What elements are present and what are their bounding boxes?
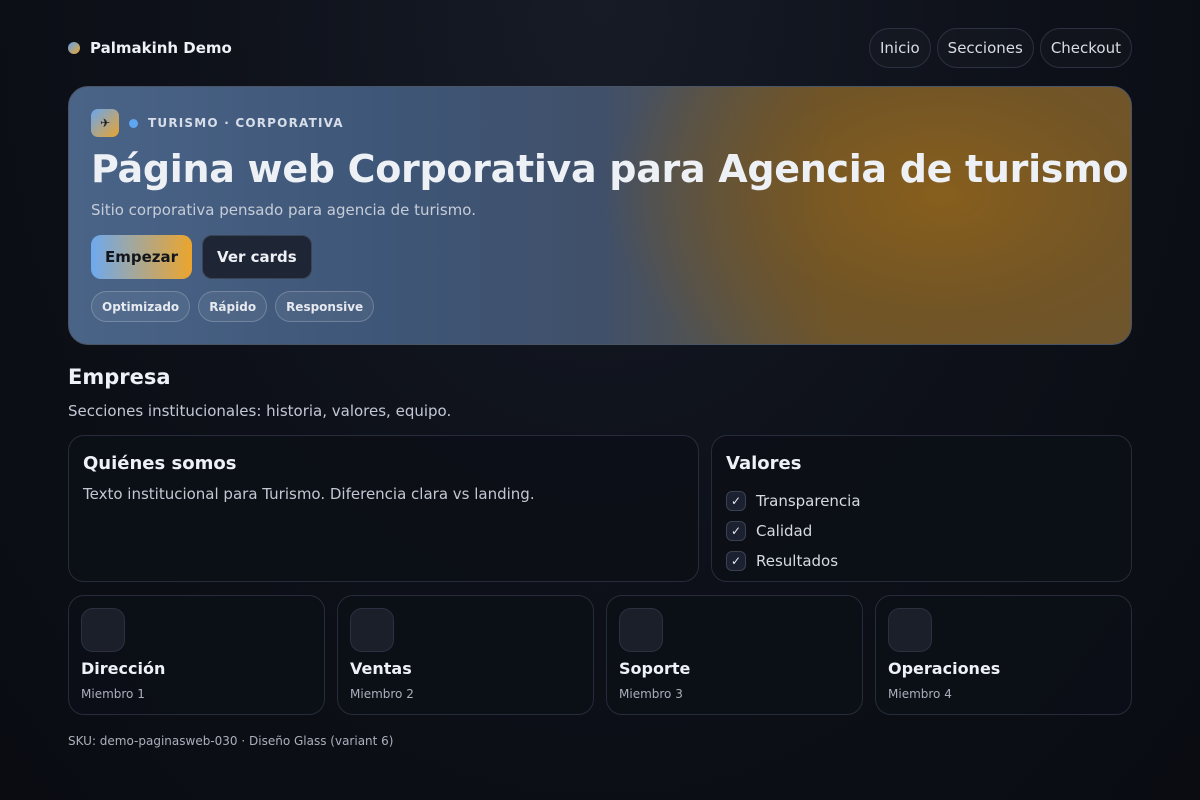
member-name: Miembro 4	[888, 687, 952, 701]
team-card-direccion[interactable]: Dirección Miembro 1	[68, 595, 325, 715]
brand-name: Palmakinh Demo	[90, 39, 232, 57]
view-cards-button[interactable]: Ver cards	[202, 235, 312, 279]
checkmark-icon: ✓	[726, 551, 746, 571]
nav-inicio-button[interactable]: Inicio	[868, 28, 931, 68]
footer-sku: SKU: demo-paginasweb-030 · Diseño Glass …	[68, 734, 394, 748]
airplane-icon: ✈	[91, 109, 119, 137]
avatar	[350, 608, 394, 652]
nav-secciones-button[interactable]: Secciones	[936, 28, 1034, 68]
member-role: Ventas	[350, 659, 412, 678]
values-title: Valores	[726, 453, 802, 474]
brand-dot-icon	[68, 42, 80, 54]
member-role: Operaciones	[888, 659, 1001, 678]
chip-responsive: Responsive	[275, 291, 375, 322]
checkmark-icon: ✓	[726, 521, 746, 541]
values-list: ✓ Transparencia ✓ Calidad ✓ Resultados	[726, 486, 861, 576]
brand[interactable]: Palmakinh Demo	[68, 39, 232, 57]
chip-rapido: Rápido	[198, 291, 268, 322]
team-card-ventas[interactable]: Ventas Miembro 2	[337, 595, 594, 715]
hero-actions: Empezar Ver cards	[91, 235, 312, 279]
value-label: Transparencia	[756, 492, 861, 510]
avatar	[619, 608, 663, 652]
section-description: Secciones institucionales: historia, val…	[68, 402, 452, 420]
list-item: ✓ Transparencia	[726, 486, 861, 516]
feature-chips: Optimizado Rápido Responsive	[91, 291, 375, 322]
checkmark-icon: ✓	[726, 491, 746, 511]
member-name: Miembro 2	[350, 687, 414, 701]
list-item: ✓ Calidad	[726, 516, 861, 546]
about-text: Texto institucional para Turismo. Difere…	[83, 485, 535, 503]
section-title: Empresa	[68, 365, 171, 389]
about-card: Quiénes somos Texto institucional para T…	[68, 435, 699, 582]
chip-optimizado: Optimizado	[91, 291, 191, 322]
avatar	[81, 608, 125, 652]
member-name: Miembro 3	[619, 687, 683, 701]
team-card-operaciones[interactable]: Operaciones Miembro 4	[875, 595, 1132, 715]
page-title: Página web Corporativa para Agencia de t…	[91, 147, 1132, 191]
value-label: Calidad	[756, 522, 813, 540]
start-button[interactable]: Empezar	[91, 235, 193, 279]
status-dot-icon	[129, 118, 138, 128]
values-card: Valores ✓ Transparencia ✓ Calidad ✓ Resu…	[711, 435, 1132, 582]
value-label: Resultados	[756, 552, 839, 570]
main-nav: Inicio Secciones Checkout	[868, 28, 1132, 68]
list-item: ✓ Resultados	[726, 546, 861, 576]
top-bar: Palmakinh Demo Inicio Secciones Checkout	[68, 28, 1132, 68]
hero-eyebrow: ✈ TURISMO · CORPORATIVA	[91, 109, 344, 137]
member-role: Soporte	[619, 659, 691, 678]
team-card-soporte[interactable]: Soporte Miembro 3	[606, 595, 863, 715]
hero-banner: ✈ TURISMO · CORPORATIVA Página web Corpo…	[68, 86, 1132, 345]
hero-category-tag: TURISMO · CORPORATIVA	[148, 116, 344, 130]
hero-subtitle: Sitio corporativa pensado para agencia d…	[91, 201, 476, 219]
member-name: Miembro 1	[81, 687, 145, 701]
avatar	[888, 608, 932, 652]
nav-checkout-button[interactable]: Checkout	[1039, 28, 1132, 68]
about-title: Quiénes somos	[83, 453, 237, 474]
member-role: Dirección	[81, 659, 166, 678]
